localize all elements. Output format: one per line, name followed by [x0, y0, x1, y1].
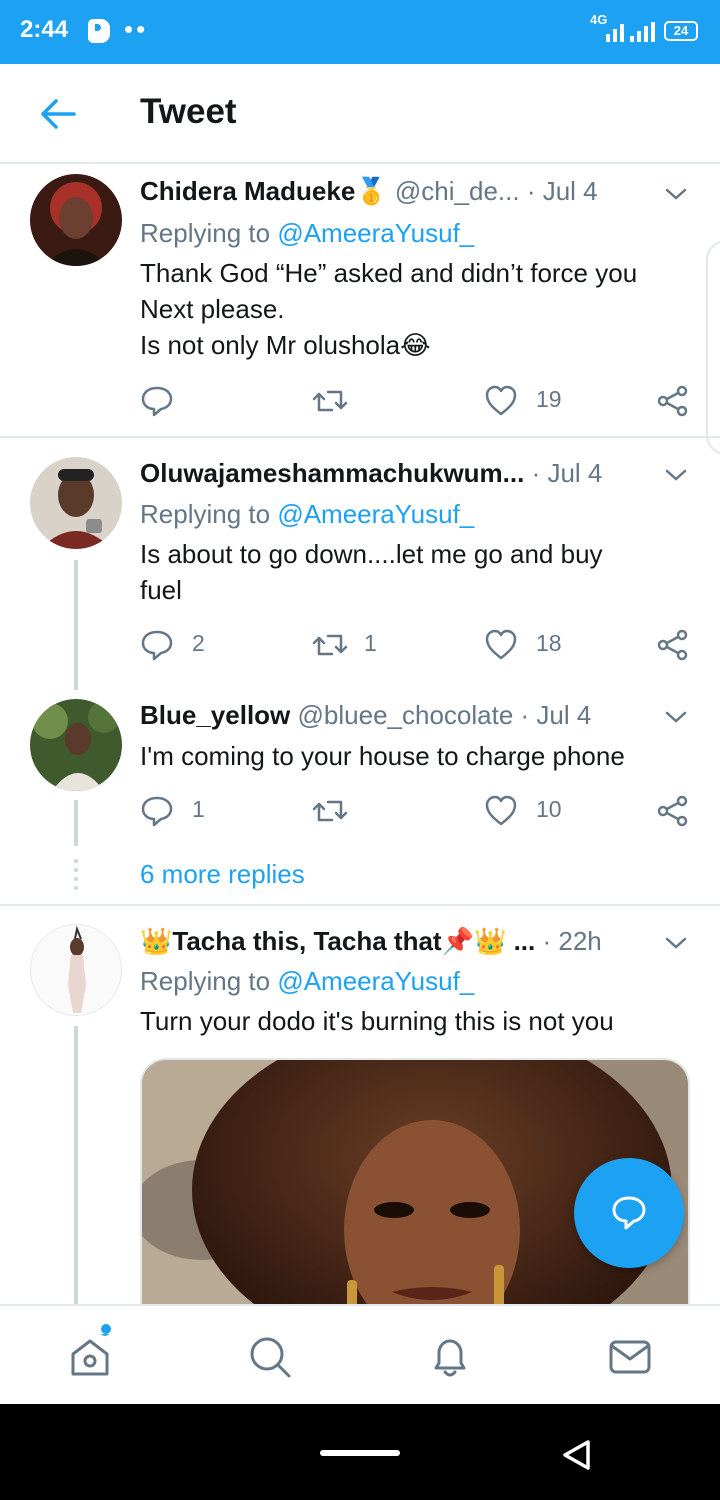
reply-icon: [141, 386, 173, 417]
share-button[interactable]: [656, 628, 690, 662]
chevron-down-icon[interactable]: [664, 186, 688, 202]
retweet-button[interactable]: 1: [312, 628, 412, 662]
thread-connector: [74, 800, 78, 846]
system-navigation-bar: [0, 1404, 720, 1500]
tweet-date[interactable]: Jul 4: [547, 458, 602, 488]
user-handle[interactable]: @bluee_chocolate: [298, 700, 514, 730]
avatar[interactable]: [30, 457, 122, 549]
replying-to-link[interactable]: @AmeeraYusuf_: [277, 218, 474, 248]
tweet-text: Thank God “He” asked and didn’t force yo…: [140, 258, 638, 360]
retweet-button[interactable]: [312, 794, 412, 828]
reply-button[interactable]: 1: [140, 794, 240, 828]
display-name[interactable]: Tacha this, Tacha that: [172, 926, 441, 956]
tweet-header: Chidera Madueke🥇 @chi_de... · Jul 4: [140, 176, 598, 206]
share-button[interactable]: [656, 384, 690, 418]
like-count: 18: [536, 630, 562, 656]
share-icon: [657, 795, 688, 827]
replying-to-link[interactable]: @AmeeraYusuf_: [277, 966, 474, 996]
thread-dots: [74, 859, 78, 890]
user-handle[interactable]: @chi_de...: [395, 176, 520, 206]
system-back-icon[interactable]: [560, 1438, 594, 1472]
tweet-date[interactable]: Jul 4: [543, 176, 598, 206]
tweet-text: Turn your dodo it's burning this is not …: [140, 1006, 614, 1036]
search-icon[interactable]: [247, 1334, 293, 1380]
pin-crown-icons: 📌👑: [441, 926, 507, 956]
heart-icon: [485, 795, 517, 826]
medal-badge: 🥇: [355, 176, 388, 206]
replying-to: Replying to @AmeeraYusuf_: [140, 499, 475, 529]
thread-connector: [74, 560, 78, 690]
display-name[interactable]: Blue_yellow: [140, 700, 290, 730]
avatar[interactable]: [30, 174, 122, 266]
divider: [0, 904, 720, 906]
like-button[interactable]: 10: [484, 794, 584, 828]
reply-count: 2: [192, 630, 205, 656]
reply-count: 1: [192, 796, 205, 822]
like-button[interactable]: 19: [484, 384, 584, 418]
more-replies-link[interactable]: 6 more replies: [140, 859, 305, 890]
battery-icon: 24: [664, 21, 698, 41]
display-name[interactable]: Oluwajameshammachukwum...: [140, 458, 524, 488]
bottom-navigation: [0, 1304, 720, 1404]
signal-icon: [606, 22, 658, 42]
replying-to: Replying to @AmeeraYusuf_: [140, 966, 475, 996]
reply-bubble-icon: [612, 1196, 646, 1230]
replying-to: Replying to @AmeeraYusuf_: [140, 218, 475, 248]
back-arrow-icon[interactable]: [38, 94, 78, 134]
chevron-down-icon[interactable]: [664, 935, 688, 951]
chevron-down-icon[interactable]: [664, 709, 688, 725]
app-header: Tweet: [0, 64, 720, 164]
heart-icon: [485, 629, 517, 660]
notifications-icon[interactable]: [427, 1334, 473, 1380]
thread-connector: [74, 1026, 78, 1306]
retweet-button[interactable]: [312, 384, 412, 418]
home-icon[interactable]: [67, 1334, 113, 1380]
retweet-icon: [312, 800, 348, 822]
share-button[interactable]: [656, 794, 690, 828]
retweet-icon: [312, 390, 348, 412]
tweet-text: Is about to go down....let me go and buy…: [140, 539, 603, 605]
divider: [0, 436, 720, 438]
display-name[interactable]: Chidera Madueke: [140, 176, 355, 206]
parking-notification-icon: [88, 19, 110, 43]
like-button[interactable]: 18: [484, 628, 584, 662]
retweet-icon: [312, 634, 348, 656]
like-count: 10: [536, 796, 562, 822]
tweet-header: Blue_yellow @bluee_chocolate · Jul 4: [140, 700, 592, 730]
home-gesture-pill[interactable]: [320, 1450, 400, 1456]
home-notification-dot: [101, 1324, 111, 1334]
like-count: 19: [536, 386, 562, 412]
reply-icon: [141, 630, 173, 661]
chevron-down-icon[interactable]: [664, 467, 688, 483]
avatar[interactable]: [30, 924, 122, 1016]
tweet-date[interactable]: Jul 4: [536, 700, 591, 730]
side-card-edge: [706, 240, 720, 455]
reply-icon: [141, 796, 173, 827]
compose-reply-button[interactable]: [574, 1158, 684, 1268]
network-type: 4G: [590, 12, 608, 27]
avatar[interactable]: [30, 699, 122, 791]
messages-icon[interactable]: [607, 1334, 653, 1380]
tweet-text: I'm coming to your house to charge phone: [140, 741, 625, 771]
tweet-date[interactable]: 22h: [558, 926, 601, 956]
reply-button[interactable]: 2: [140, 628, 240, 662]
status-bar: 2:44 •• 4G 24: [0, 0, 720, 64]
page-title: Tweet: [140, 92, 237, 131]
crown-icon: 👑: [140, 926, 173, 956]
share-icon: [657, 385, 688, 417]
tweet-header: 👑Tacha this, Tacha that📌👑 ... · 22h: [140, 926, 602, 956]
tweet-header: Oluwajameshammachukwum... · Jul 4: [140, 458, 603, 488]
reply-button[interactable]: [140, 384, 240, 418]
status-time: 2:44: [20, 16, 69, 43]
heart-icon: [485, 385, 517, 416]
more-notifications-icon: ••: [124, 14, 149, 44]
replying-to-link[interactable]: @AmeeraYusuf_: [277, 499, 474, 529]
retweet-count: 1: [364, 630, 377, 656]
share-icon: [657, 629, 688, 661]
